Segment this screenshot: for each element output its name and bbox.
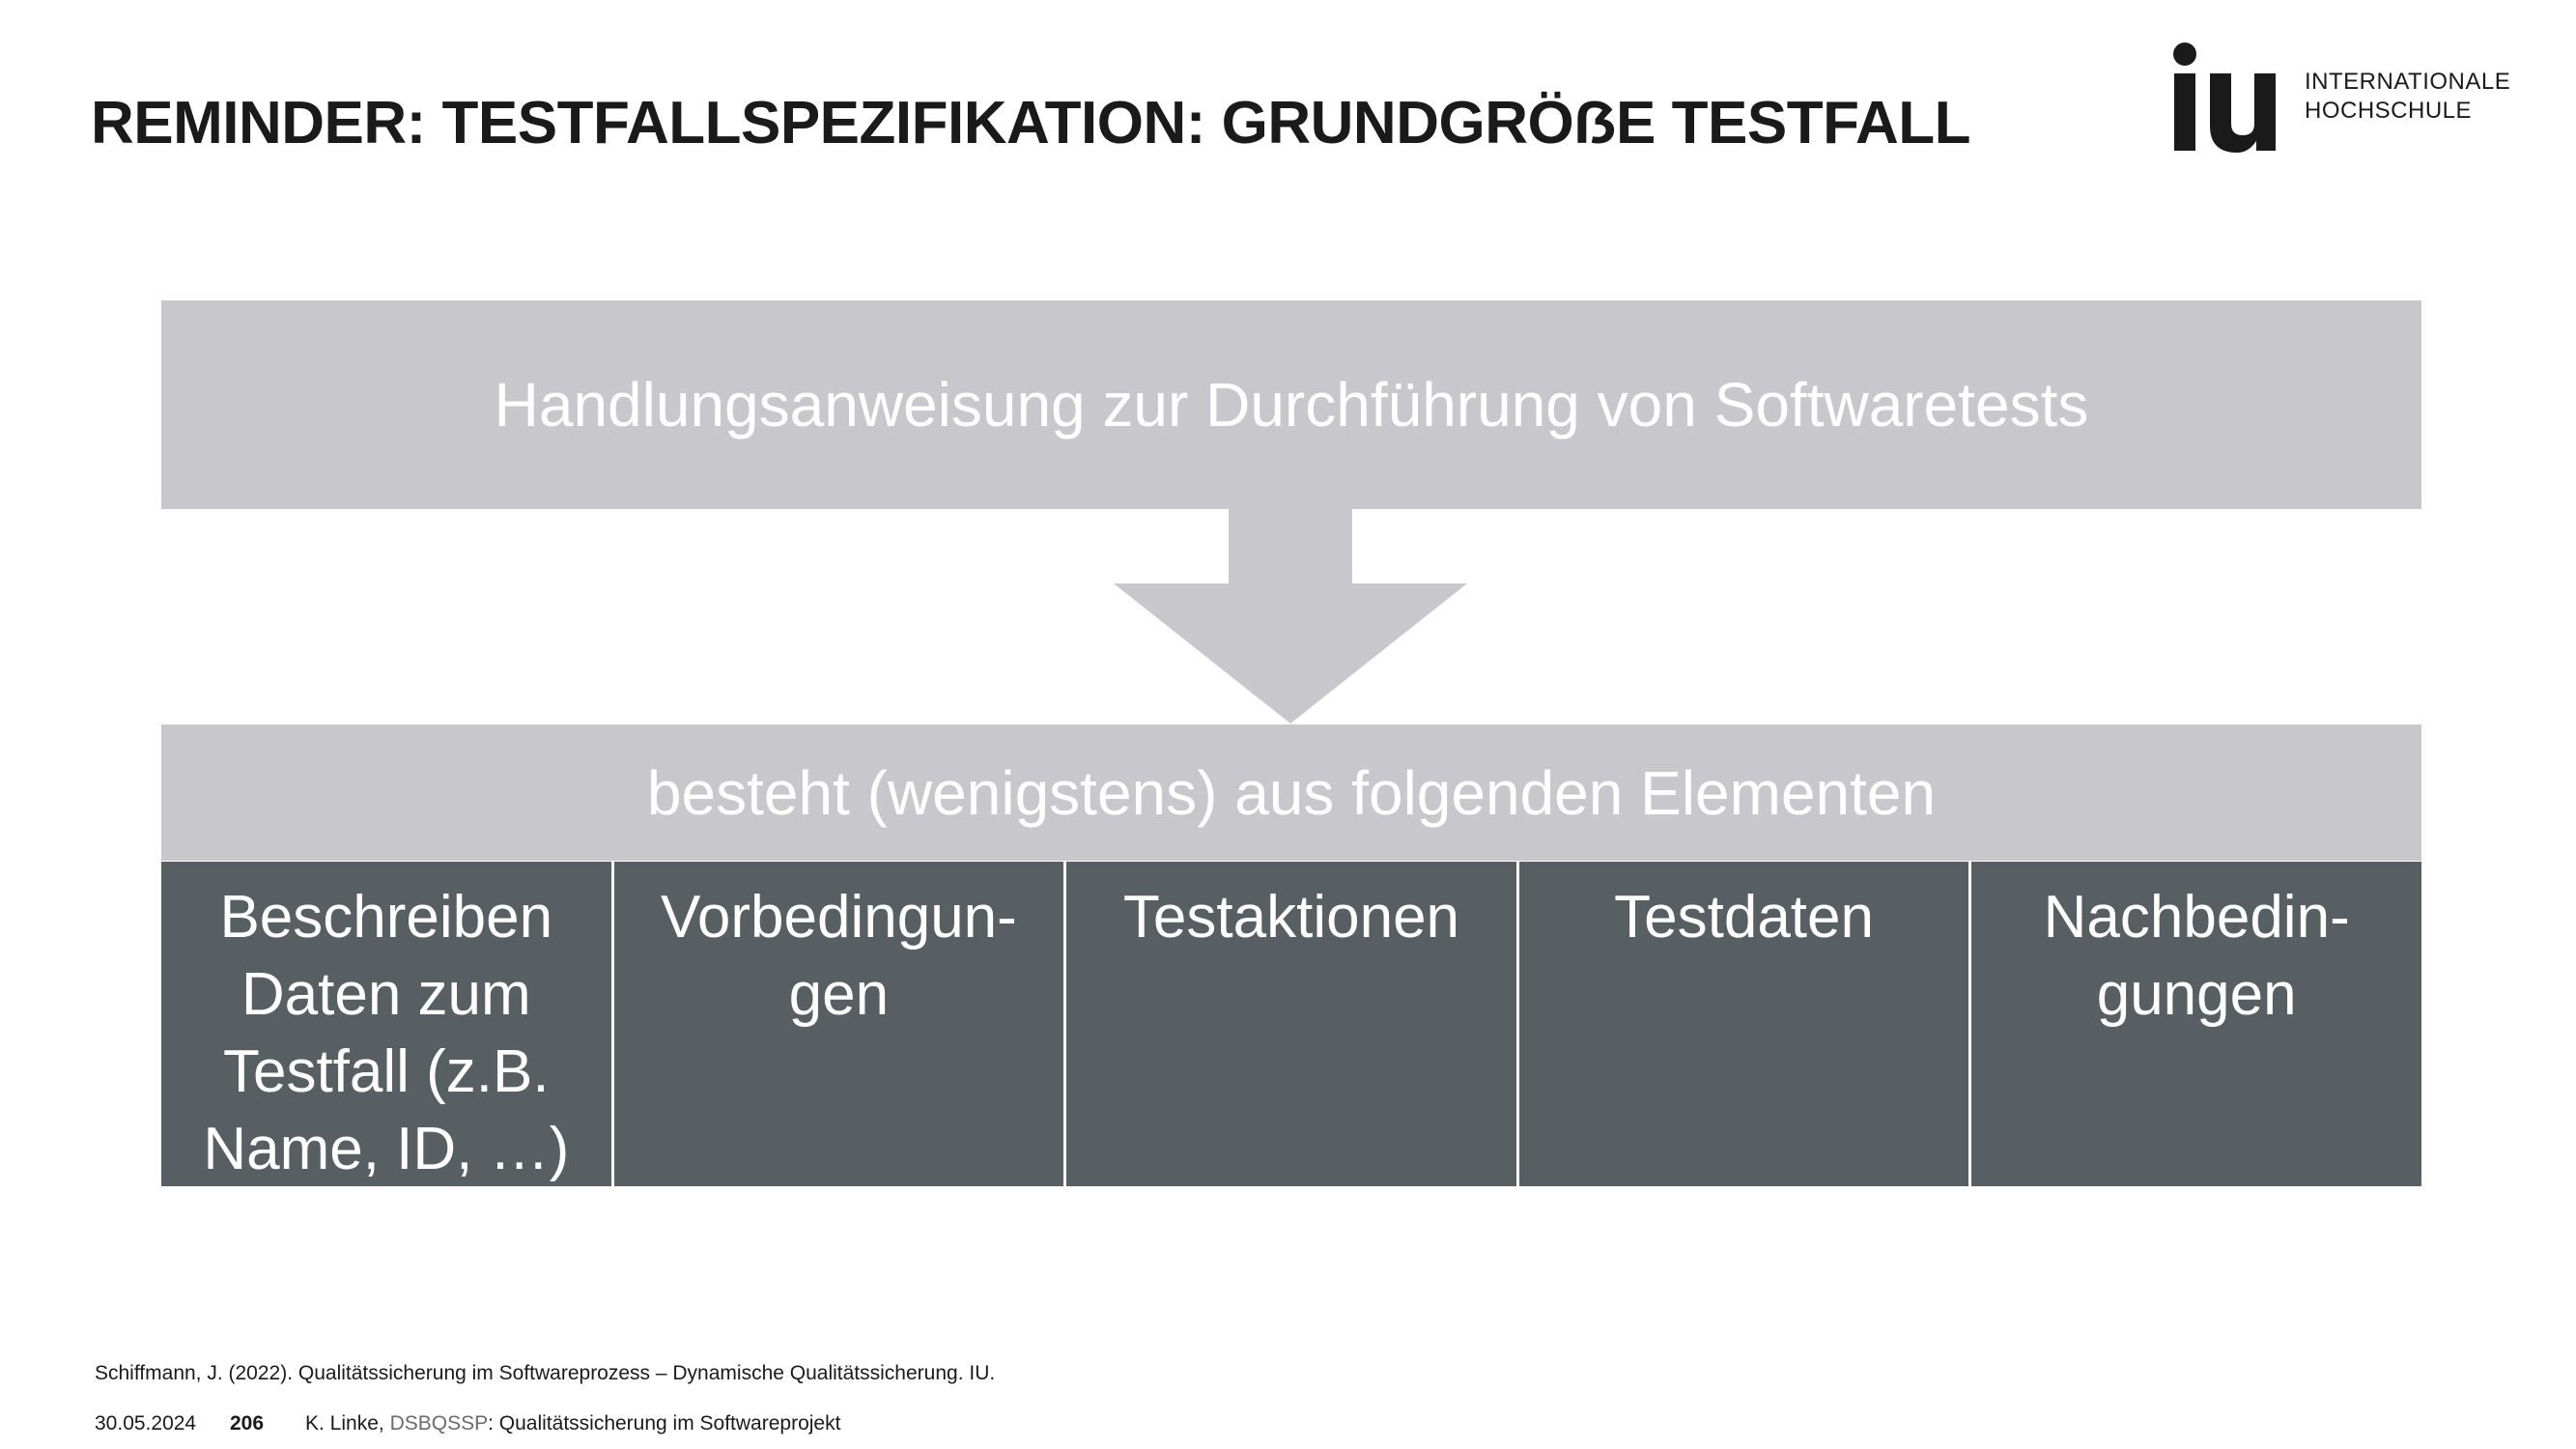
slide-title: REMINDER: TESTFALLSPEZIFIKATION: GRUNDGR…	[91, 90, 1971, 156]
footer-course-code: DSBQSSP	[389, 1412, 489, 1435]
consists-of-text: besteht (wenigstens) aus folgenden Eleme…	[646, 757, 1937, 828]
definition-text: Handlungsanweisung zur Durchführung von …	[494, 370, 2089, 440]
element-cell-description: Beschreiben Daten zum Testfall (z.B. Nam…	[161, 862, 611, 1186]
slide-footer: 30.05.2024 206 K. Linke, DSBQSSP: Qualität…	[95, 1412, 840, 1435]
element-cell-postconditions: Nachbedin- gungen	[1971, 862, 2421, 1186]
footer-date: 30.05.2024	[95, 1412, 197, 1435]
logo-text-line1: INTERNATIONALE	[2305, 69, 2511, 95]
footer-author: K. Linke,	[305, 1412, 390, 1435]
iu-logo-mark	[2173, 43, 2276, 153]
footer-course-title: : Qualitätssicherung im Softwareprojekt	[488, 1412, 841, 1435]
definition-box: Handlungsanweisung zur Durchführung von …	[161, 300, 2421, 509]
logo-text-line2: HOCHSCHULE	[2305, 98, 2473, 124]
logo-wordmark: INTERNATIONALE HOCHSCHULE	[2305, 68, 2510, 126]
page-number: 206	[230, 1412, 265, 1435]
element-cell-preconditions: Vorbedingun- gen	[613, 862, 1064, 1186]
element-cell-test-data: Testdaten	[1518, 862, 1969, 1186]
down-arrow-icon	[1114, 509, 1467, 724]
iu-logo: INTERNATIONALE HOCHSCHULE	[2171, 39, 2519, 155]
element-cell-test-actions: Testaktionen	[1066, 862, 1516, 1186]
elements-row: Beschreiben Daten zum Testfall (z.B. Nam…	[161, 862, 2421, 1186]
source-citation: Schiffmann, J. (2022). Qualitätssicherun…	[95, 1362, 996, 1384]
consists-of-box: besteht (wenigstens) aus folgenden Eleme…	[161, 724, 2421, 861]
